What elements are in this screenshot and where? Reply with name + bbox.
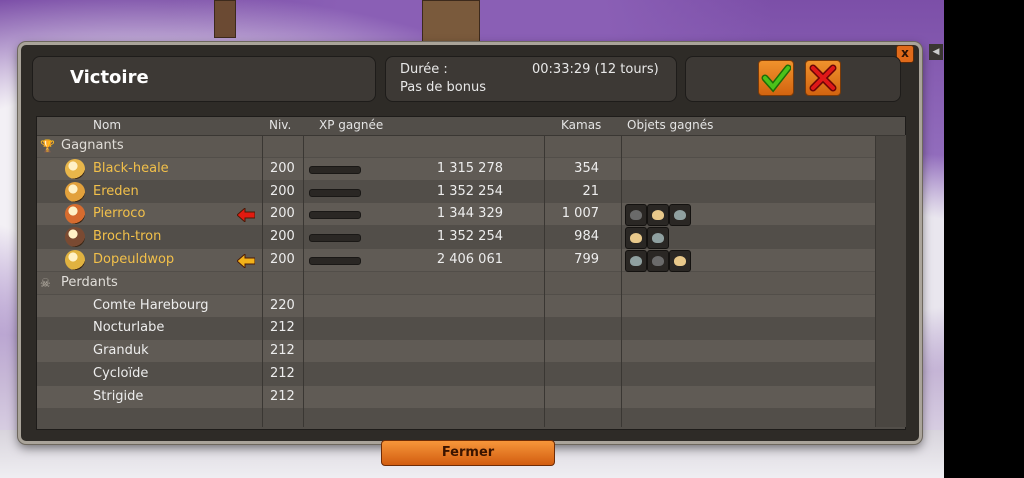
xp-progress-bar (309, 211, 361, 220)
loot-item-icon[interactable] (669, 204, 691, 227)
kamas-gained: 1 007 (561, 206, 599, 222)
losers-group-header: ☠ Perdants (37, 271, 875, 294)
table-row[interactable]: Strigide 212 (37, 385, 875, 408)
player-name[interactable]: Broch-tron (93, 226, 161, 248)
monster-name[interactable]: Nocturlabe (93, 317, 164, 339)
player-avatar (65, 250, 85, 270)
trophy-icon: 🏆 (40, 139, 55, 153)
column-divider (621, 135, 622, 427)
column-header-items[interactable]: Objets gagnés (627, 117, 713, 135)
player-level: 200 (270, 183, 295, 199)
player-name[interactable]: Black-heale (93, 158, 169, 180)
xp-gained: 1 352 254 (436, 229, 503, 245)
loot-item-icon[interactable] (647, 204, 669, 227)
table-row[interactable]: Granduk 212 (37, 340, 875, 363)
window-title: Victoire (70, 67, 149, 88)
table-scrollbar[interactable] (875, 135, 906, 427)
winners-group-header: 🏆 Gagnants (37, 135, 875, 157)
xp-progress-bar (309, 234, 361, 243)
table-row[interactable]: Broch-tron 200 1 352 254 984 (37, 226, 875, 250)
monster-level: 220 (270, 297, 295, 313)
player-avatar (65, 227, 85, 248)
column-divider (262, 135, 263, 427)
monster-level: 212 (270, 320, 295, 336)
column-header-xp[interactable]: XP gagnée (319, 117, 383, 135)
player-level: 200 (270, 252, 295, 267)
cross-icon (809, 64, 837, 92)
player-avatar (65, 204, 85, 225)
checkmark-icon (761, 64, 791, 93)
reject-button[interactable] (805, 60, 841, 96)
column-header-kamas[interactable]: Kamas (561, 117, 601, 135)
table-row[interactable]: Comte Harebourg 220 (37, 294, 875, 317)
xp-gained: 1 344 329 (436, 206, 503, 222)
kamas-gained: 354 (574, 160, 599, 176)
winners-label: Gagnants (61, 138, 124, 153)
xp-gained: 1 352 254 (436, 183, 503, 199)
column-divider (544, 135, 545, 427)
background-pole (214, 0, 236, 38)
header-divider (37, 135, 905, 136)
monster-name[interactable]: Cycloïde (93, 363, 148, 385)
losers-label: Perdants (61, 274, 118, 290)
xp-progress-bar (309, 257, 361, 265)
duration-label: Durée : (400, 62, 448, 77)
bonus-text: Pas de bonus (400, 80, 486, 95)
results-table: Nom Niv. XP gagnée Kamas Objets gagnés 🏆… (36, 116, 906, 430)
monster-name[interactable]: Strigide (93, 386, 143, 408)
table-row[interactable]: Ereden 200 1 352 254 21 (37, 181, 875, 203)
kamas-gained: 799 (574, 252, 599, 267)
player-level: 200 (270, 160, 295, 176)
screen-border (944, 0, 1024, 478)
monster-level: 212 (270, 366, 295, 381)
close-button[interactable]: Fermer (381, 440, 555, 466)
loot-item-icon[interactable] (669, 250, 691, 272)
xp-gained: 1 315 278 (436, 160, 503, 176)
column-header-name[interactable]: Nom (93, 117, 121, 135)
column-divider (303, 135, 304, 427)
turn-indicator-arrow-icon (236, 207, 256, 224)
loot-item-icon[interactable] (625, 227, 647, 250)
monster-level: 212 (270, 343, 295, 359)
player-avatar (65, 158, 85, 179)
background-barrel (422, 0, 480, 42)
kamas-gained: 21 (582, 183, 599, 199)
monster-level: 212 (270, 388, 295, 404)
player-name[interactable]: Dopeuldwop (93, 249, 174, 271)
xp-progress-bar (309, 165, 361, 174)
duration-value: 00:33:29 (12 tours) (532, 62, 659, 77)
loot-item-icon[interactable] (647, 227, 669, 250)
xp-gained: 2 406 061 (436, 252, 503, 267)
table-row[interactable]: Nocturlabe 212 (37, 317, 875, 339)
table-row[interactable]: Dopeuldwop 200 2 406 061 799 (37, 249, 875, 272)
kamas-gained: 984 (574, 229, 599, 245)
turn-indicator-arrow-icon (236, 252, 256, 270)
player-name[interactable]: Ereden (93, 181, 139, 203)
xp-progress-bar (309, 188, 361, 197)
monster-name[interactable]: Comte Harebourg (93, 295, 209, 317)
table-row[interactable]: Pierroco 200 1 344 329 1 007 (37, 203, 875, 227)
player-name[interactable]: Pierroco (93, 203, 145, 225)
column-header-level[interactable]: Niv. (269, 117, 291, 135)
player-level: 200 (270, 206, 295, 222)
loot-item-icon[interactable] (625, 250, 647, 272)
table-row[interactable]: Cycloïde 212 (37, 363, 875, 385)
monster-name[interactable]: Granduk (93, 340, 149, 362)
side-panel-toggle[interactable]: ◀ (929, 44, 943, 60)
table-row[interactable]: Black-heale 200 1 315 278 354 (37, 157, 875, 180)
loot-item-icon[interactable] (647, 250, 669, 272)
skull-icon: ☠ (40, 275, 51, 290)
accept-button[interactable] (758, 60, 794, 96)
player-level: 200 (270, 229, 295, 245)
player-avatar (65, 181, 85, 202)
loot-item-icon[interactable] (625, 204, 647, 227)
